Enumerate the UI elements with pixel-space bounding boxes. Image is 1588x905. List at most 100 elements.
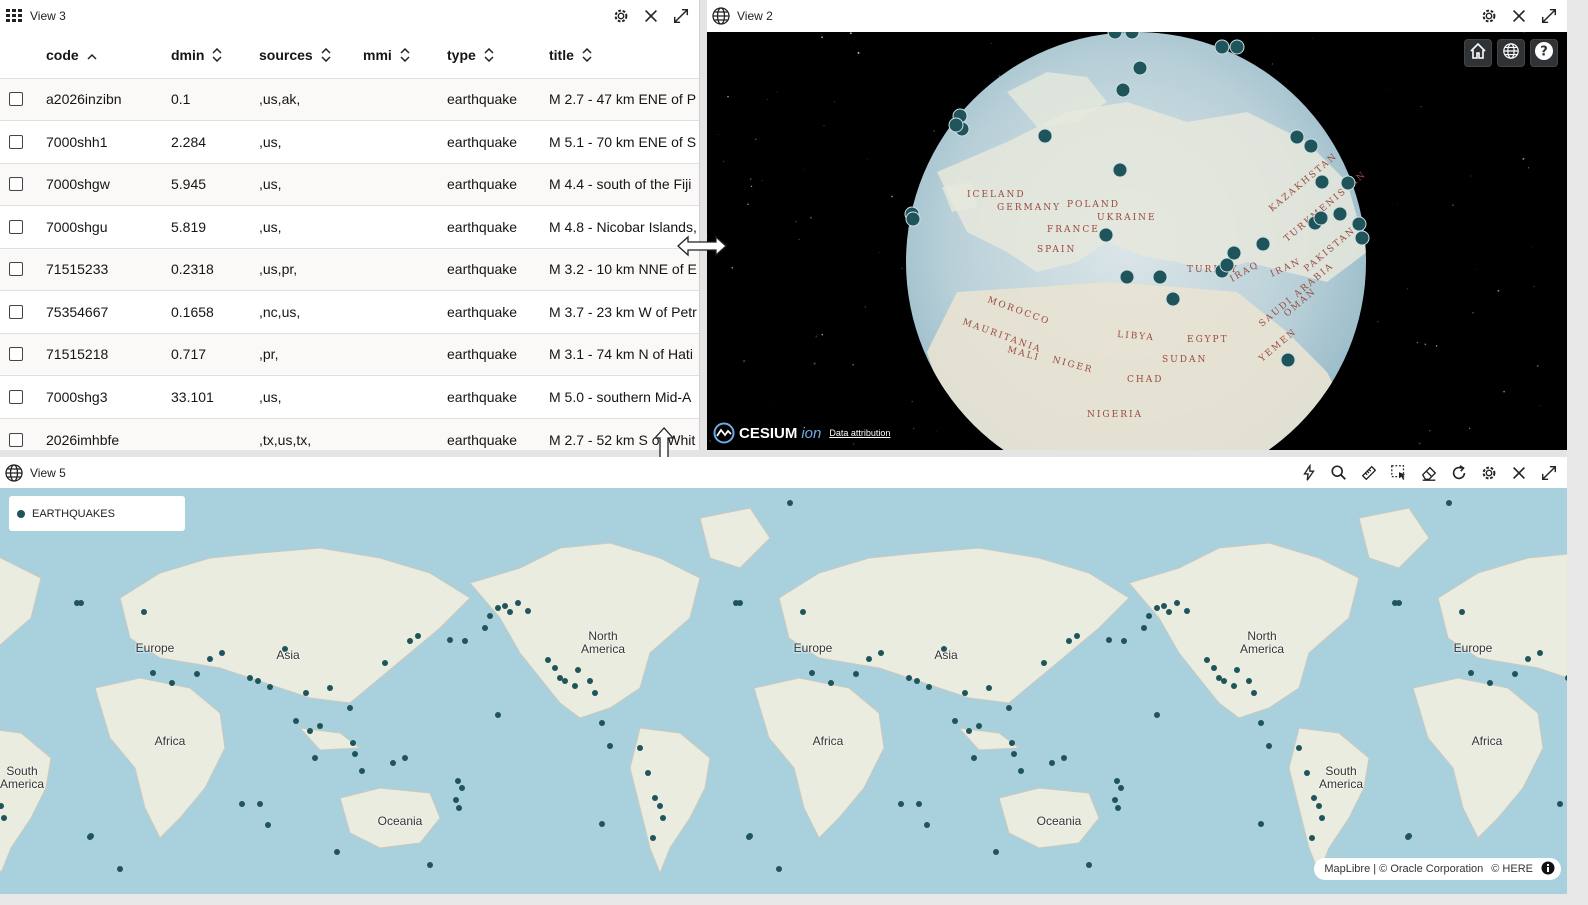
map-legend[interactable]: EARTHQUAKES xyxy=(9,496,185,531)
map-quake-marker[interactable] xyxy=(1174,600,1180,606)
map-quake-marker[interactable] xyxy=(402,755,408,761)
map-quake-marker[interactable] xyxy=(1114,778,1120,784)
row-checkbox[interactable] xyxy=(9,177,23,192)
info-icon[interactable] xyxy=(1541,861,1555,878)
close-icon[interactable] xyxy=(1509,463,1529,483)
map-quake-marker[interactable] xyxy=(1392,600,1398,606)
table-row[interactable]: 7000shg3 33.101 ,us, earthquake M 5.0 - sout… xyxy=(0,375,699,418)
globe-quake-marker[interactable] xyxy=(1340,175,1356,191)
map-quake-marker[interactable] xyxy=(976,723,982,729)
map-quake-marker[interactable] xyxy=(853,671,859,677)
map-quake-marker[interactable] xyxy=(267,684,273,690)
gear-icon[interactable] xyxy=(1479,6,1499,26)
map-quake-marker[interactable] xyxy=(1557,801,1563,807)
map-quake-marker[interactable] xyxy=(327,685,333,691)
map-quake-marker[interactable] xyxy=(1446,500,1452,506)
map-quake-marker[interactable] xyxy=(1251,690,1257,696)
map-quake-marker[interactable] xyxy=(78,600,84,606)
map-quake-marker[interactable] xyxy=(1115,805,1121,811)
globe-quake-marker[interactable] xyxy=(1119,269,1135,285)
map-quake-marker[interactable] xyxy=(1061,755,1067,761)
select-icon[interactable] xyxy=(1389,463,1409,483)
map-quake-marker[interactable] xyxy=(352,751,358,757)
map-quake-marker[interactable] xyxy=(525,608,531,614)
map-quake-marker[interactable] xyxy=(607,743,613,749)
map-quake-marker[interactable] xyxy=(1074,633,1080,639)
map-quake-marker[interactable] xyxy=(1296,745,1302,751)
map-quake-marker[interactable] xyxy=(169,680,175,686)
globe-quake-marker[interactable] xyxy=(1280,352,1296,368)
map-quake-marker[interactable] xyxy=(898,801,904,807)
map-quake-marker[interactable] xyxy=(1319,815,1325,821)
map-quake-marker[interactable] xyxy=(207,656,213,662)
map-quake-marker[interactable] xyxy=(952,718,958,724)
map-quake-marker[interactable] xyxy=(487,613,493,619)
scene-mode-button[interactable] xyxy=(1497,39,1525,67)
globe-quake-marker[interactable] xyxy=(1354,230,1370,246)
map-quake-marker[interactable] xyxy=(660,815,666,821)
map-quake-marker[interactable] xyxy=(407,638,413,644)
map-quake-marker[interactable] xyxy=(787,500,793,506)
map-quake-marker[interactable] xyxy=(293,718,299,724)
map-quake-marker[interactable] xyxy=(456,805,462,811)
map-quake-marker[interactable] xyxy=(652,795,658,801)
vertical-splitter[interactable] xyxy=(700,0,707,450)
map-quake-marker[interactable] xyxy=(382,660,388,666)
data-attribution-link[interactable]: Data attribution xyxy=(829,428,890,438)
map-quake-marker[interactable] xyxy=(746,834,752,840)
map-quake-marker[interactable] xyxy=(88,833,94,839)
globe-canvas[interactable]: ICELAND GERMANY POLAND UKRAINE FRANCE SPAIN MO… xyxy=(707,32,1567,450)
globe-quake-marker[interactable] xyxy=(1214,39,1230,55)
help-button[interactable]: ? xyxy=(1530,39,1558,67)
map-quake-marker[interactable] xyxy=(926,684,932,690)
map-quake-marker[interactable] xyxy=(507,609,513,615)
map-quake-marker[interactable] xyxy=(552,665,558,671)
ruler-icon[interactable] xyxy=(1359,463,1379,483)
column-header-title[interactable]: title xyxy=(549,34,699,78)
map-canvas[interactable]: Europe Asia Africa South America Oceania Nort… xyxy=(0,488,1567,894)
map-quake-marker[interactable] xyxy=(800,609,806,615)
map-quake-marker[interactable] xyxy=(557,675,563,681)
map-quake-marker[interactable] xyxy=(914,678,920,684)
map-quake-marker[interactable] xyxy=(447,637,453,643)
map-quake-marker[interactable] xyxy=(545,657,551,663)
column-header-sources[interactable]: sources xyxy=(259,34,363,78)
row-checkbox[interactable] xyxy=(9,389,23,404)
globe-quake-marker[interactable] xyxy=(1152,269,1168,285)
expand-icon[interactable] xyxy=(671,6,691,26)
close-icon[interactable] xyxy=(1509,6,1529,26)
close-icon[interactable] xyxy=(641,6,661,26)
table-row[interactable]: 7000shh1 2.284 ,us, earthquake M 5.1 - 70 km… xyxy=(0,120,699,163)
map-quake-marker[interactable] xyxy=(359,768,365,774)
map-quake-marker[interactable] xyxy=(194,671,200,677)
map-quake-marker[interactable] xyxy=(1146,613,1152,619)
map-quake-marker[interactable] xyxy=(453,797,459,803)
horizontal-splitter[interactable] xyxy=(0,450,1567,457)
globe-quake-marker[interactable] xyxy=(1332,206,1348,222)
map-quake-marker[interactable] xyxy=(906,675,912,681)
map-quake-marker[interactable] xyxy=(502,603,508,609)
map-quake-marker[interactable] xyxy=(265,822,271,828)
map-quake-marker[interactable] xyxy=(1311,795,1317,801)
map-quake-marker[interactable] xyxy=(1221,678,1227,684)
map-quake-marker[interactable] xyxy=(1066,638,1072,644)
lightning-icon[interactable] xyxy=(1299,463,1319,483)
globe-quake-marker[interactable] xyxy=(1132,60,1148,76)
search-icon[interactable] xyxy=(1329,463,1349,483)
map-quake-marker[interactable] xyxy=(637,745,643,751)
map-quake-marker[interactable] xyxy=(515,600,521,606)
map-quake-marker[interactable] xyxy=(1118,785,1124,791)
map-quake-marker[interactable] xyxy=(1266,743,1272,749)
map-quake-marker[interactable] xyxy=(562,678,568,684)
map-quake-marker[interactable] xyxy=(599,720,605,726)
map-quake-marker[interactable] xyxy=(219,650,225,656)
map-quake-marker[interactable] xyxy=(1086,862,1092,868)
map-quake-marker[interactable] xyxy=(495,712,501,718)
map-quake-marker[interactable] xyxy=(247,675,253,681)
map-quake-marker[interactable] xyxy=(986,685,992,691)
map-quake-marker[interactable] xyxy=(141,609,147,615)
map-quake-marker[interactable] xyxy=(924,822,930,828)
map-quake-marker[interactable] xyxy=(966,728,972,734)
table-row[interactable]: a2026inzibn 0.1 ,us,ak, earthquake M 2.7 - 4… xyxy=(0,77,699,121)
map-quake-marker[interactable] xyxy=(1184,608,1190,614)
